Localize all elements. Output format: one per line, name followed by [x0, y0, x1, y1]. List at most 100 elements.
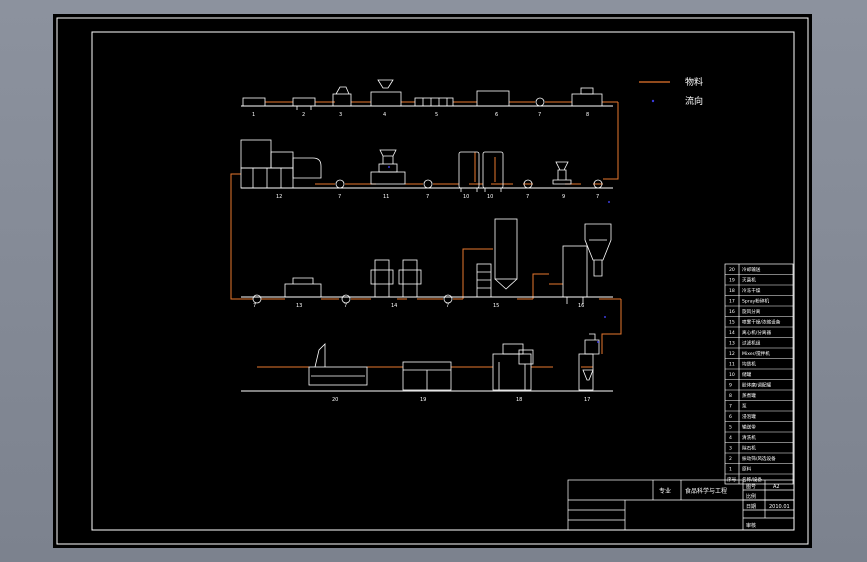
title-block: 专业 食品科学与工程 图号 A2 比例 日期 2010.01 审核	[567, 479, 795, 531]
material-flow-lines	[230, 101, 622, 368]
mixer-drum	[292, 157, 322, 179]
eq-label: 2	[302, 112, 305, 118]
eq-label: 6	[495, 112, 498, 118]
eq-label: 7	[538, 112, 541, 118]
parts-row-name: 储罐	[742, 371, 752, 378]
parts-row-number: 13	[729, 341, 735, 347]
parts-row-number: 9	[729, 383, 732, 389]
eq-label: 7	[596, 194, 599, 200]
washer-hopper	[377, 79, 394, 89]
colloid-mill	[552, 161, 572, 185]
parts-row-name: 冷却输送	[742, 266, 761, 273]
process-flow-diagram: 物料 流向 1 2 3 4 5 6 7 8 12 7 11 7 10 10 7 …	[56, 17, 809, 545]
eq-label: 10	[487, 194, 493, 200]
parts-row-name: 胶体磨/调配罐	[742, 382, 772, 389]
cyclone-separator-box	[562, 245, 588, 298]
parts-row-number: 11	[729, 362, 735, 368]
eq-label: 14	[391, 303, 397, 309]
eq-label: 13	[296, 303, 302, 309]
mixer-upper	[240, 139, 272, 169]
parts-row-name: 过滤机组	[742, 340, 761, 347]
equipment-labels: 1 2 3 4 5 6 7 8 12 7 11 7 10 10 7 9 7 7 …	[252, 112, 599, 403]
legend-flow-label: 流向	[685, 95, 703, 107]
parts-row-number: 14	[729, 330, 735, 336]
parts-row-number: 7	[729, 404, 732, 410]
eq-label: 12	[276, 194, 282, 200]
eq-label: 9	[562, 194, 565, 200]
eq-label: 1	[252, 112, 255, 118]
row1-pump	[535, 97, 545, 107]
title-date-value: 2010.01	[769, 504, 790, 510]
eq-label: 20	[332, 397, 338, 403]
eq-label: 7	[344, 303, 347, 309]
title-drawing-no-value: A2	[773, 484, 780, 490]
centrifuge-1	[374, 259, 390, 298]
parts-row-number: 1	[729, 467, 732, 473]
eq-label: 18	[516, 397, 522, 403]
filter-unit	[284, 283, 322, 298]
eq-label: 8	[586, 112, 589, 118]
parts-row-name: 清洗机	[742, 434, 756, 441]
title-scale-label: 比例	[746, 493, 756, 500]
parts-row-name: 浸泡罐	[742, 413, 756, 420]
parts-row-name: 均质机	[742, 361, 756, 368]
row-3-equipment	[252, 218, 612, 304]
parts-row-name: 冷冻干燥	[742, 287, 761, 294]
homogenizer	[370, 171, 406, 185]
legend: 物料 流向	[639, 76, 703, 107]
parts-row-number: 4	[729, 435, 732, 441]
flow-direction-markers	[388, 166, 610, 343]
parts-row-name: 旋风分离	[742, 308, 761, 315]
pulverizer	[578, 353, 594, 391]
eq-label: 10	[463, 194, 469, 200]
parts-header-name: 名称/设备	[742, 476, 762, 483]
parts-row-name: 除石机	[742, 445, 756, 452]
storage-tank-2	[482, 151, 504, 189]
flow-legend-marker	[651, 99, 655, 103]
spray-dryer-body	[494, 218, 518, 280]
centrifuge-2	[402, 259, 418, 298]
cyclone-cone	[584, 223, 612, 261]
eq-label: 3	[339, 112, 342, 118]
washer-body	[370, 91, 402, 107]
row-baselines	[241, 105, 613, 392]
row3-pump-2	[341, 294, 351, 304]
parts-header-number: 序号	[727, 476, 737, 483]
eq-label: 7	[426, 194, 429, 200]
eq-label: 7	[446, 303, 449, 309]
parts-row-name: 蒸煮罐	[742, 392, 756, 399]
parts-row-name: 输送带	[742, 424, 756, 431]
parts-row-number: 18	[729, 288, 735, 294]
row2-pump-1	[335, 179, 345, 189]
destoner	[332, 93, 352, 107]
eq-label: 15	[493, 303, 499, 309]
parts-list-table: 20 冷却输送19 灭菌机18 冷冻干燥17 Spray粉碎机16 旋风分离15 喷雾干燥/…	[724, 263, 794, 485]
parts-row-name: 振动筛/风选设备	[742, 455, 776, 462]
title-major-label: 专业	[659, 487, 671, 495]
title-reviewer-label: 审核	[746, 522, 756, 529]
parts-row-number: 15	[729, 320, 735, 326]
parts-row-name: 喷雾干燥/浓缩设备	[742, 319, 781, 326]
row3-pump-1	[252, 294, 262, 304]
parts-row-number: 19	[729, 278, 735, 284]
soaking-tank	[476, 90, 510, 107]
parts-row-number: 16	[729, 309, 735, 315]
eq-label: 5	[435, 112, 438, 118]
parts-row-number: 3	[729, 446, 732, 452]
parts-row-name: 灭菌机	[742, 277, 756, 284]
title-major-value: 食品科学与工程	[685, 487, 727, 495]
parts-row-number: 12	[729, 351, 735, 357]
parts-row-number: 2	[729, 456, 732, 462]
row2-pump-2	[423, 179, 433, 189]
eq-label: 7	[338, 194, 341, 200]
row-4-equipment	[308, 333, 600, 391]
parts-row-number: 8	[729, 393, 732, 399]
raw-material-bin	[242, 97, 266, 107]
row3-pump-3	[443, 294, 453, 304]
parts-row-number: 5	[729, 425, 732, 431]
drawing-sheet[interactable]: 物料 流向 1 2 3 4 5 6 7 8 12 7 11 7 10 10 7 …	[53, 14, 812, 548]
parts-row-name: 原料	[742, 466, 752, 473]
eq-label: 11	[383, 194, 389, 200]
eq-label: 16	[578, 303, 584, 309]
legend-material-label: 物料	[685, 76, 703, 88]
